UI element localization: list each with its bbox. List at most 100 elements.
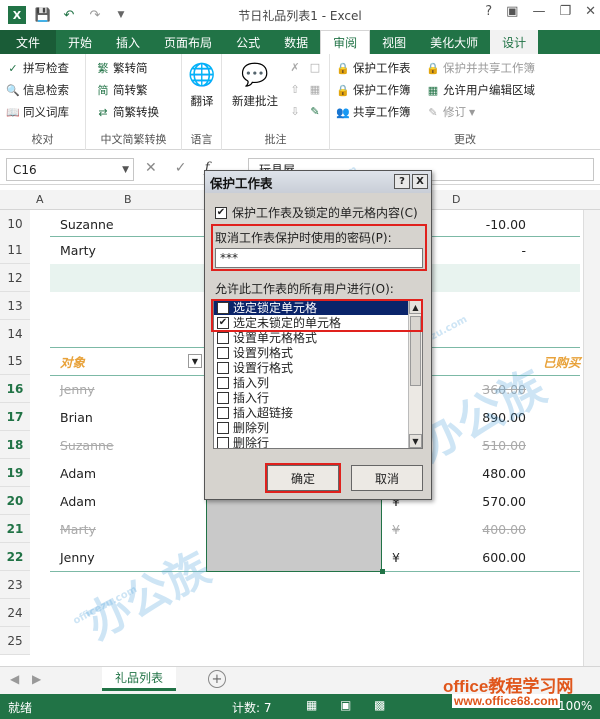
allow-edit-ranges-button[interactable]: ▦ 允许用户编辑区域 <box>426 82 535 98</box>
row-header[interactable]: 10 <box>0 210 30 238</box>
tab-formulas[interactable]: 公式 <box>224 30 272 54</box>
cell-value[interactable]: 600.00 <box>430 543 526 571</box>
permission-item[interactable]: 设置行格式 <box>214 360 422 375</box>
cell-name[interactable]: Suzanne <box>60 431 114 459</box>
row-header[interactable]: 15 <box>0 347 30 375</box>
row-header[interactable]: 20 <box>0 487 30 515</box>
vertical-scrollbar[interactable] <box>583 210 600 666</box>
page-break-view-icon[interactable]: ▩ <box>374 698 385 712</box>
show-comment-button[interactable]: □ <box>308 60 322 74</box>
close-icon[interactable]: ✕ <box>585 4 596 19</box>
scroll-down-icon[interactable]: ▼ <box>409 434 422 448</box>
protect-contents-checkbox[interactable]: ✔ <box>215 206 227 219</box>
cell-name[interactable]: 对象 <box>60 347 85 375</box>
cell-currency[interactable]: ¥ <box>392 543 400 571</box>
thesaurus-button[interactable]: 📖 同义词库 <box>6 104 69 120</box>
permission-checkbox[interactable] <box>217 406 229 419</box>
share-workbook-button[interactable]: 👥 共享工作簿 <box>336 104 410 120</box>
tab-home[interactable]: 开始 <box>56 30 104 54</box>
row-header[interactable]: 14 <box>0 320 30 348</box>
column-header-a[interactable]: A <box>36 193 44 206</box>
cell-value[interactable]: 890.00 <box>430 403 526 431</box>
cell-value[interactable]: 360.00 <box>430 375 526 403</box>
cell-name[interactable]: Adam <box>60 459 96 487</box>
sheet-tab-gift-list[interactable]: 礼品列表 <box>102 667 176 691</box>
row-header[interactable]: 22 <box>0 543 30 571</box>
trad-to-simp-button[interactable]: 繁繁转简 <box>96 60 148 76</box>
permission-item[interactable]: 设置列格式 <box>214 345 422 360</box>
row-header[interactable]: 16 <box>0 375 30 403</box>
row-header[interactable]: 19 <box>0 459 30 487</box>
track-changes-button[interactable]: ✎ 修订 ▼ <box>426 104 475 120</box>
permission-checkbox[interactable] <box>217 376 229 389</box>
permission-checkbox[interactable] <box>217 361 229 374</box>
column-header-d[interactable]: D <box>452 193 460 206</box>
permission-item[interactable]: 删除列 <box>214 420 422 435</box>
row-header[interactable]: 21 <box>0 515 30 543</box>
row-header[interactable]: 24 <box>0 599 30 627</box>
fill-handle[interactable] <box>380 569 385 574</box>
new-comment-button[interactable]: 💬 新建批注 <box>226 60 284 109</box>
tab-view[interactable]: 视图 <box>370 30 418 54</box>
cell-value[interactable]: - <box>430 236 526 264</box>
tab-review[interactable]: 审阅 <box>320 30 371 54</box>
ribbon-display-icon[interactable]: ▣ <box>506 4 518 19</box>
zoom-level[interactable]: 100% <box>558 699 592 713</box>
permission-item[interactable]: 插入超链接 <box>214 405 422 420</box>
tab-insert[interactable]: 插入 <box>104 30 152 54</box>
name-box[interactable]: C16 ▼ <box>6 158 134 181</box>
row-header[interactable]: 25 <box>0 627 30 655</box>
name-box-dropdown-icon[interactable]: ▼ <box>122 165 129 175</box>
next-comment-button[interactable]: ⇩ <box>288 104 302 118</box>
column-header-b[interactable]: B <box>124 193 132 206</box>
row-header[interactable]: 17 <box>0 403 30 431</box>
cell-value[interactable]: 570.00 <box>430 487 526 515</box>
show-ink-button[interactable]: ✎ <box>308 104 322 118</box>
dialog-help-button[interactable]: ? <box>394 174 410 189</box>
permission-checkbox[interactable] <box>217 436 229 448</box>
protect-share-workbook-button[interactable]: 🔒 保护并共享工作簿 <box>426 60 535 76</box>
next-sheet-icon[interactable]: ▶ <box>32 672 41 686</box>
filter-dropdown-icon[interactable]: ▼ <box>188 354 202 368</box>
research-button[interactable]: 🔍 信息检索 <box>6 82 69 98</box>
row-header[interactable]: 11 <box>0 236 30 264</box>
cell-currency[interactable]: ¥ <box>392 515 400 543</box>
permission-checkbox[interactable] <box>217 391 229 404</box>
tab-design[interactable]: 设计 <box>490 30 539 54</box>
spell-check-button[interactable]: ✓ 拼写检查 <box>6 60 69 76</box>
confirm-entry-icon[interactable]: ✓ <box>175 160 187 176</box>
cell-name[interactable]: Adam <box>60 487 96 515</box>
simp-to-trad-button[interactable]: 简简转繁 <box>96 82 148 98</box>
prev-comment-button[interactable]: ⇧ <box>288 82 302 96</box>
cell-value[interactable]: 480.00 <box>430 459 526 487</box>
minimize-icon[interactable]: — <box>532 4 545 19</box>
delete-comment-button[interactable]: ✗ <box>288 60 302 74</box>
cell-value[interactable]: -10.00 <box>430 210 526 238</box>
help-icon[interactable]: ? <box>485 4 492 19</box>
prev-sheet-icon[interactable]: ◀ <box>10 672 19 686</box>
cancel-entry-icon[interactable]: ✕ <box>145 160 157 176</box>
restore-icon[interactable]: ❐ <box>559 4 571 19</box>
cell-name[interactable]: Marty <box>60 236 96 264</box>
cell-name[interactable]: Jenny <box>60 543 95 571</box>
permission-item[interactable]: 插入行 <box>214 390 422 405</box>
permission-checkbox[interactable] <box>217 346 229 359</box>
permission-item[interactable]: 删除行 <box>214 435 422 448</box>
new-sheet-icon[interactable]: + <box>208 670 226 688</box>
translate-button[interactable]: 🌐 翻译 <box>184 60 220 109</box>
cell-name[interactable]: Marty <box>60 515 96 543</box>
protect-sheet-button[interactable]: 🔒 保护工作表 <box>336 60 410 76</box>
cell-value[interactable]: 510.00 <box>430 431 526 459</box>
tab-file[interactable]: 文件 <box>0 30 57 54</box>
dialog-close-button[interactable]: X <box>412 174 428 189</box>
permission-item[interactable]: 插入列 <box>214 375 422 390</box>
row-header[interactable]: 12 <box>0 264 30 292</box>
cell-name[interactable]: Jenny <box>60 375 95 403</box>
cell-header-purchased[interactable]: 已购买 <box>543 347 581 375</box>
chinese-convert-button[interactable]: ⇄ 简繁转换 <box>96 104 159 120</box>
tab-data[interactable]: 数据 <box>272 30 320 54</box>
cell-value[interactable]: 400.00 <box>430 515 526 543</box>
row-header[interactable]: 18 <box>0 431 30 459</box>
cell-name[interactable]: Suzanne <box>60 210 114 238</box>
row-header[interactable]: 13 <box>0 292 30 320</box>
